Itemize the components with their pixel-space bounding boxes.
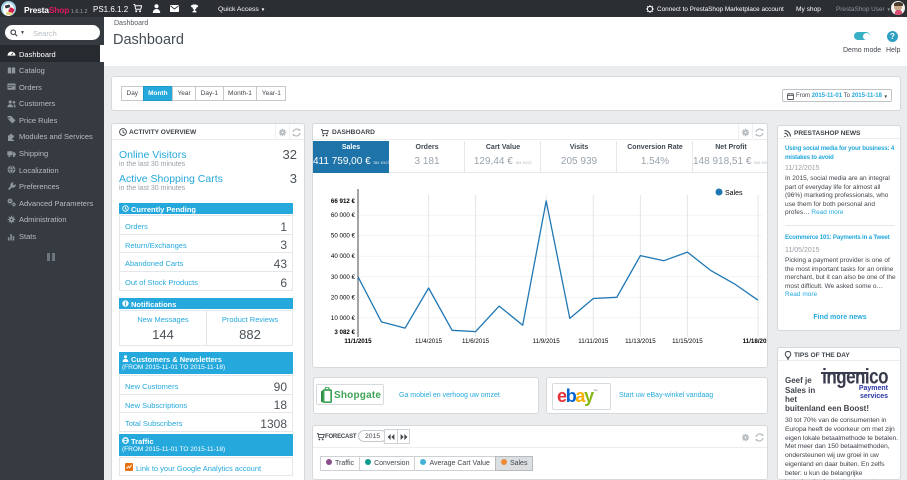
svg-text:60 000 €: 60 000 € (331, 212, 356, 219)
svg-text:11/11/2015: 11/11/2015 (578, 338, 609, 345)
svg-text:3 082 €: 3 082 € (334, 329, 355, 336)
svg-text:50 000 €: 50 000 € (331, 233, 356, 240)
svg-text:11/15/2015: 11/15/2015 (672, 338, 703, 345)
svg-text:11/6/2015: 11/6/2015 (462, 338, 490, 345)
svg-text:20 000 €: 20 000 € (331, 294, 356, 301)
svg-text:11/9/2015: 11/9/2015 (533, 338, 561, 345)
svg-text:11/18/2015: 11/18/2015 (743, 338, 768, 345)
svg-text:11/4/2015: 11/4/2015 (415, 338, 443, 345)
svg-text:30 000 €: 30 000 € (331, 274, 356, 281)
svg-text:66 912 €: 66 912 € (331, 198, 356, 205)
svg-text:11/13/2015: 11/13/2015 (625, 338, 656, 345)
svg-text:11/1/2015: 11/1/2015 (344, 338, 372, 345)
svg-text:Sales: Sales (725, 190, 743, 197)
svg-text:10 000 €: 10 000 € (331, 315, 356, 322)
svg-text:40 000 €: 40 000 € (331, 253, 356, 260)
